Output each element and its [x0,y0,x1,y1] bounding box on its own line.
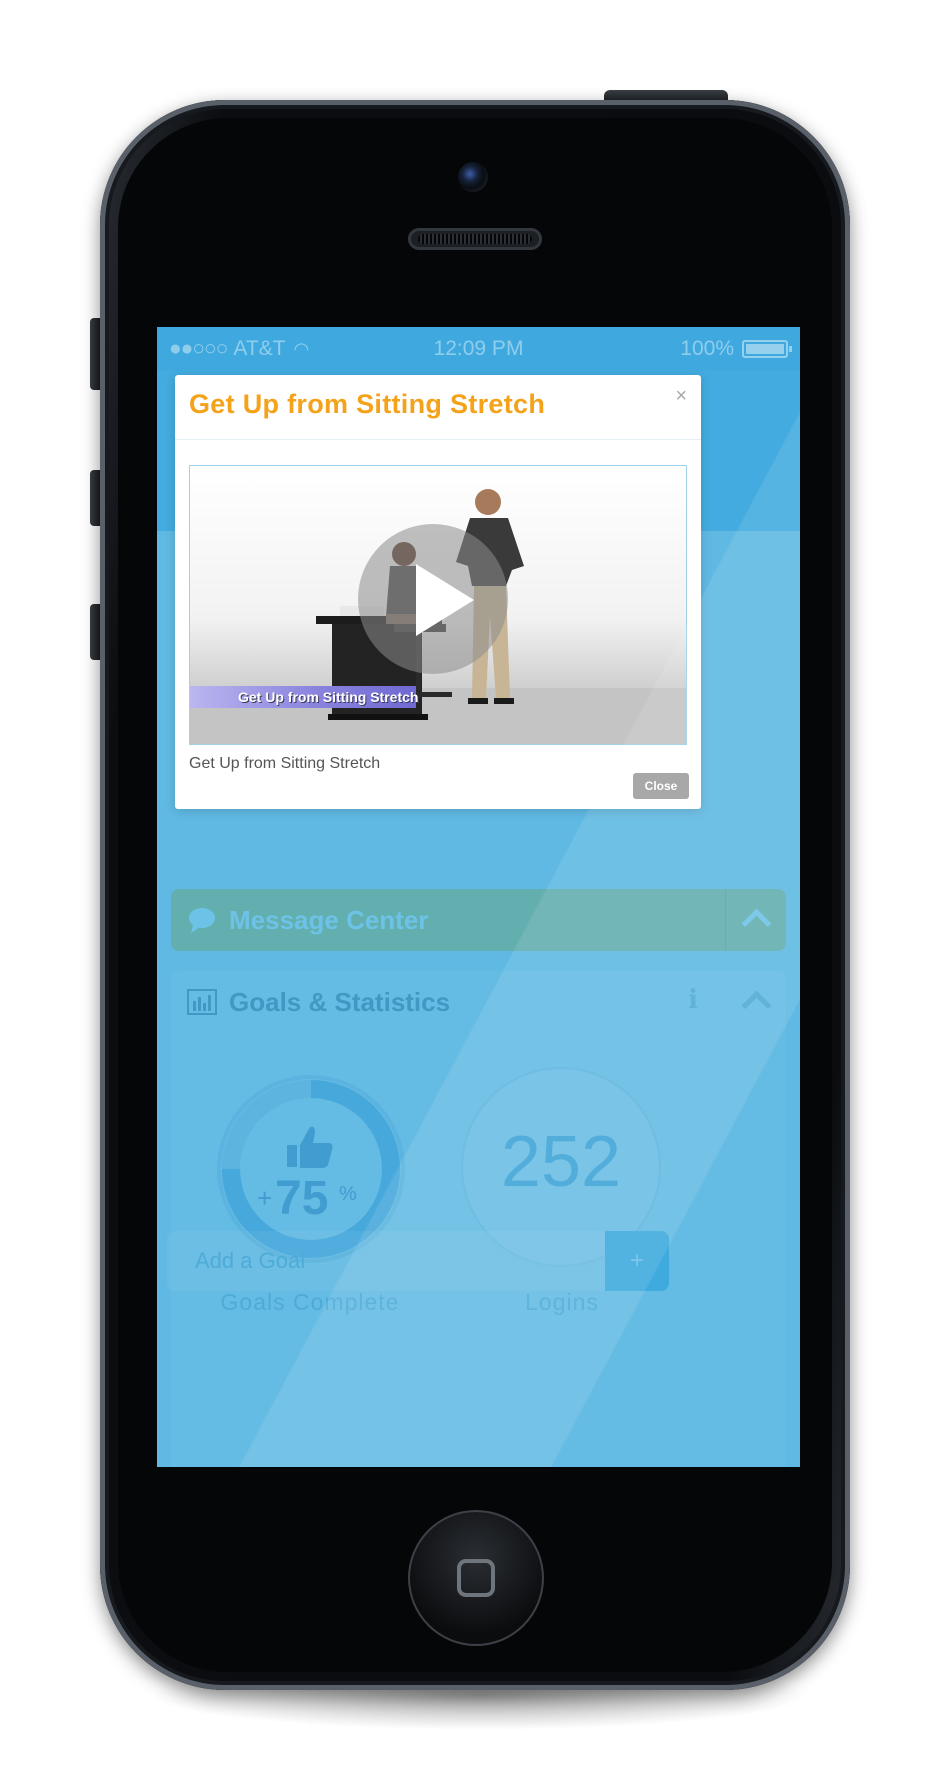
earpiece-speaker [408,228,542,250]
video-description: Get Up from Sitting Stretch [189,755,381,772]
status-bar: ●●○○○ AT&T ◠ 12:09 PM 100% [157,327,800,371]
home-square-icon [457,1559,495,1597]
modal-header: Get Up from Sitting Stretch × [175,375,701,440]
home-button[interactable] [408,1510,544,1646]
front-camera [458,162,488,192]
app-screen: Message Center Goals & Statistics i + 75… [157,327,800,1467]
standing-person-head [475,489,501,515]
modal-title: Get Up from Sitting Stretch [189,389,546,419]
video-player[interactable]: Get Up from Sitting Stretch [189,465,687,745]
standing-person-shoe [468,698,488,704]
close-icon[interactable]: × [675,385,687,407]
desk-base [328,714,428,720]
video-caption: Get Up from Sitting Stretch [238,689,419,705]
status-right: 100% [680,327,792,371]
close-button[interactable]: Close [633,773,689,799]
battery-percent: 100% [680,337,734,360]
play-button[interactable] [358,524,508,674]
battery-icon [742,340,792,359]
video-modal: Get Up from Sitting Stretch × Get Up fro… [175,375,701,809]
standing-person-shoe [494,698,514,704]
play-icon [416,564,474,636]
